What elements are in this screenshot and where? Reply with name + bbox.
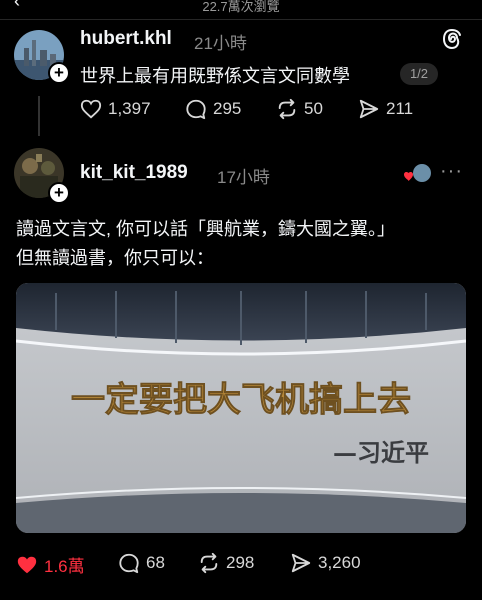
post2-likes: 1.6萬	[44, 557, 85, 576]
liked-by-avatar[interactable]	[403, 164, 433, 186]
post1-shares: 211	[386, 99, 414, 118]
post2-image[interactable]: 一定要把大飞机搞上去 —习近平	[16, 283, 466, 533]
view-count: 22.7萬次瀏覽	[202, 0, 280, 14]
heart-icon	[80, 99, 102, 119]
post1-like-button[interactable]: 1,397	[80, 98, 151, 120]
post1-time: 21小時	[194, 34, 247, 53]
post2-text: 讀過文言文, 你可以話「興航業，鑄大國之翼。」 但無讀過書，你只可以：	[16, 215, 471, 273]
post1-comments: 295	[213, 99, 242, 118]
comment-icon	[186, 99, 206, 120]
post1-reposts: 50	[304, 99, 323, 118]
threads-logo-icon[interactable]	[441, 27, 463, 56]
post2-line2: 但無讀過書，你只可以：	[16, 248, 214, 268]
image-slogan: 一定要把大飞机搞上去	[71, 380, 411, 420]
post2-reposts: 298	[226, 553, 255, 572]
more-icon[interactable]: ···	[440, 160, 463, 183]
post2-comment-button[interactable]: 68	[118, 552, 165, 574]
post1-comment-button[interactable]: 295	[185, 98, 241, 120]
repost-icon	[278, 98, 296, 120]
repost-icon	[200, 552, 218, 574]
image-signature: —习近平	[333, 438, 429, 467]
post2-line1: 讀過文言文, 你可以話「興航業，鑄大國之翼。」	[16, 219, 395, 239]
post1-share-button[interactable]: 211	[358, 98, 413, 120]
post1-repost-button[interactable]: 50	[276, 98, 323, 120]
post2-time: 17小時	[217, 168, 270, 187]
share-icon	[291, 553, 311, 573]
post1-username[interactable]: hubert.khl	[80, 28, 172, 50]
post1-text: 世界上最有用既野係文言文同數學	[80, 66, 350, 86]
thread-connector	[38, 96, 40, 136]
post2-comments: 68	[146, 553, 165, 572]
follow-plus-icon[interactable]: +	[48, 182, 70, 204]
follow-plus-icon[interactable]: +	[48, 62, 70, 84]
comment-icon	[119, 553, 139, 574]
post2-share-button[interactable]: 3,260	[290, 552, 361, 574]
top-bar: ‹ 22.7萬次瀏覽	[0, 0, 482, 20]
post2-repost-button[interactable]: 298	[198, 552, 254, 574]
post2-shares: 3,260	[318, 553, 361, 572]
share-icon	[359, 99, 379, 119]
post2-like-button[interactable]: 1.6萬	[16, 552, 85, 577]
heart-icon	[17, 556, 37, 573]
post2-username[interactable]: kit_kit_1989	[80, 162, 188, 184]
post1-pager[interactable]: 1/2	[400, 63, 438, 85]
post1-likes: 1,397	[108, 99, 151, 118]
